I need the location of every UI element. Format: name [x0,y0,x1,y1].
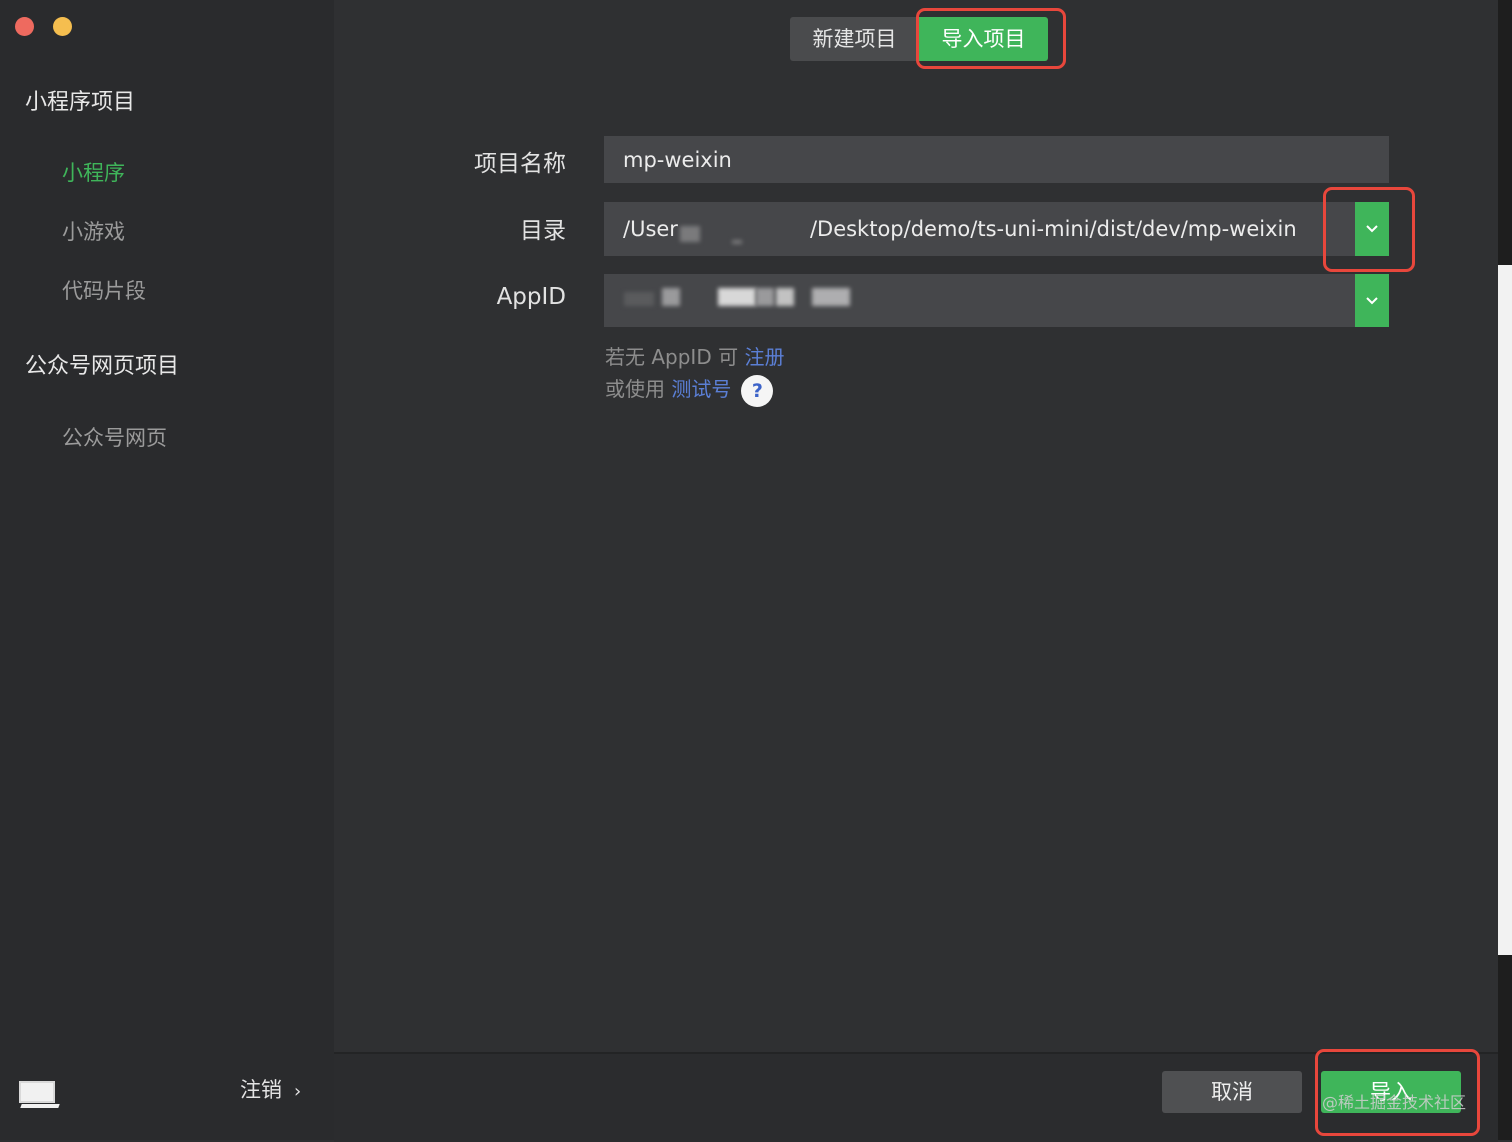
sidebar-item-code-snippet[interactable]: 代码片段 [62,275,146,305]
appid-label: AppID [496,284,566,310]
register-link[interactable]: 注册 [744,345,784,369]
miniprogram-group-title: 小程序项目 [25,90,136,115]
project-name-input[interactable] [604,136,1389,183]
sidebar: 小程序项目 小程序 小游戏 代码片段 公众号网页项目 公众号网页 注销 › [0,0,334,1140]
help-icon[interactable]: ? [741,374,774,407]
logout-label: 注销 [240,1078,282,1102]
chevron-right-icon: › [294,1081,302,1102]
sidebar-item-miniprogram[interactable]: 小程序 [62,157,125,187]
cancel-button[interactable]: 取消 [1162,1071,1302,1113]
test-account-link[interactable]: 测试号 [671,377,731,401]
sidebar-item-official-webpage[interactable]: 公众号网页 [62,422,167,452]
directory-select[interactable]: /User/Desktop/demo/ts-uni-mini/dist/dev/… [604,202,1389,256]
test-account-hint: 或使用 测试号? [605,373,774,407]
directory-value: /User/Desktop/demo/ts-uni-mini/dist/dev/… [623,217,1297,241]
tab-import-project[interactable]: 导入项目 [919,17,1048,61]
chevron-down-icon [1366,296,1378,304]
watermark: @稀土掘金技术社区 [1322,1093,1467,1112]
background-window-edge [1498,0,1512,1140]
window-close-button[interactable] [15,17,34,36]
window-minimize-button[interactable] [53,17,72,36]
sidebar-item-minigame[interactable]: 小游戏 [62,216,125,246]
no-appid-hint: 若无 AppID 可 注册 [605,345,785,369]
logout-button[interactable]: 注销 › [240,1074,301,1104]
project-type-tabs: 新建项目 导入项目 [790,17,1048,61]
devtools-icon [17,1077,60,1109]
appid-select[interactable] [604,274,1389,327]
tab-new-project[interactable]: 新建项目 [790,17,919,61]
directory-label: 目录 [520,218,566,244]
directory-dropdown-button[interactable] [1355,202,1389,256]
official-group-title: 公众号网页项目 [25,354,180,379]
chevron-down-icon [1366,225,1378,233]
appid-dropdown-button[interactable] [1355,274,1389,327]
project-name-label: 项目名称 [474,151,566,177]
